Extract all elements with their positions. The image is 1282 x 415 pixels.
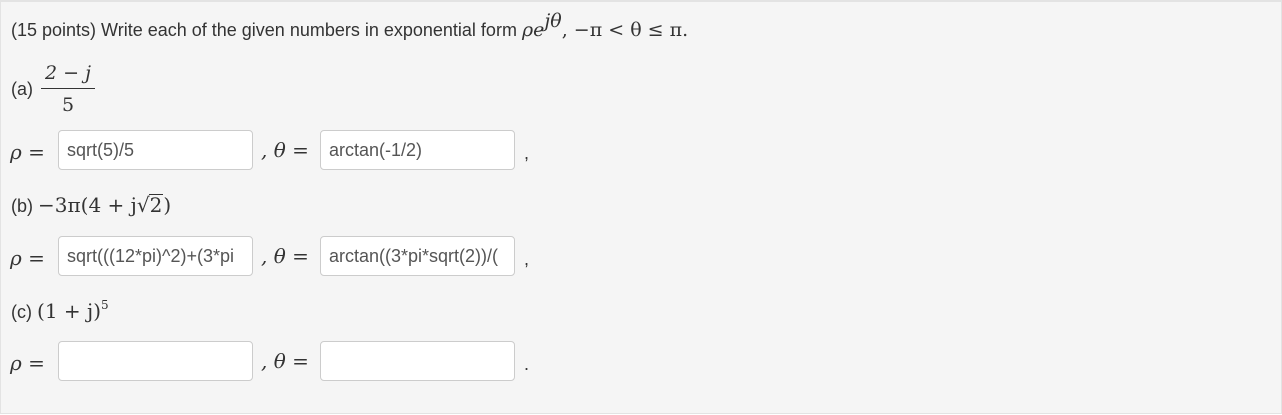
title-rho: ρ [521, 19, 534, 41]
part-a-theta-label: , θ = [261, 138, 309, 162]
title-exponent: jθ [544, 10, 562, 32]
part-a-theta-input[interactable]: arctan(-1/2) [320, 130, 515, 170]
question-title: (15 points) Write each of the given numb… [11, 12, 689, 42]
title-range: , −π < θ ≤ π. [561, 19, 689, 41]
part-c-expression: (1 + j)5 [37, 299, 109, 323]
part-b-rho-input[interactable]: sqrt(((12*pi)^2)+(3*pi [58, 236, 253, 276]
part-a-label: (a) [11, 79, 33, 99]
part-b-sqrt-arg: 2 [148, 193, 164, 217]
part-a-numerator: 2 − j [45, 62, 91, 84]
part-a-end-punct: , [524, 143, 530, 163]
question-panel: (15 points) Write each of the given numb… [0, 0, 1282, 414]
part-c-rho-label: ρ = [10, 351, 45, 375]
part-b-label-row: (b) −3π(4 + j√2) [11, 193, 171, 217]
part-b-theta-input[interactable]: arctan((3*pi*sqrt(2))/( [320, 236, 515, 276]
part-b-expr-pre: −3π(4 + j [38, 193, 137, 217]
part-a-denominator: 5 [61, 94, 75, 116]
part-b-expr-post: ) [163, 193, 172, 217]
part-c-end-punct: . [524, 354, 530, 374]
fraction-bar [41, 88, 95, 89]
part-b-rho-label: ρ = [10, 246, 45, 270]
part-c-expr: (1 + j) [37, 299, 102, 323]
part-c-exponent: 5 [101, 298, 109, 312]
part-c-label-row: (c) (1 + j)5 [11, 299, 109, 323]
part-a-rho-input[interactable]: sqrt(5)/5 [58, 130, 253, 170]
title-e: e [533, 19, 545, 41]
part-c-label: (c) [11, 302, 32, 322]
part-b-label: (b) [11, 196, 33, 216]
part-c-theta-label: , θ = [261, 349, 309, 373]
part-b-end-punct: , [524, 249, 530, 269]
part-a-rho-label: ρ = [10, 140, 45, 164]
part-b-expression: −3π(4 + j√2) [38, 193, 171, 217]
question-title-text: (15 points) Write each of the given numb… [11, 20, 522, 40]
part-c-rho-input[interactable] [58, 341, 253, 381]
part-b-theta-label: , θ = [261, 244, 309, 268]
part-a-fraction: 2 − j 5 [41, 60, 95, 117]
part-c-theta-input[interactable] [320, 341, 515, 381]
